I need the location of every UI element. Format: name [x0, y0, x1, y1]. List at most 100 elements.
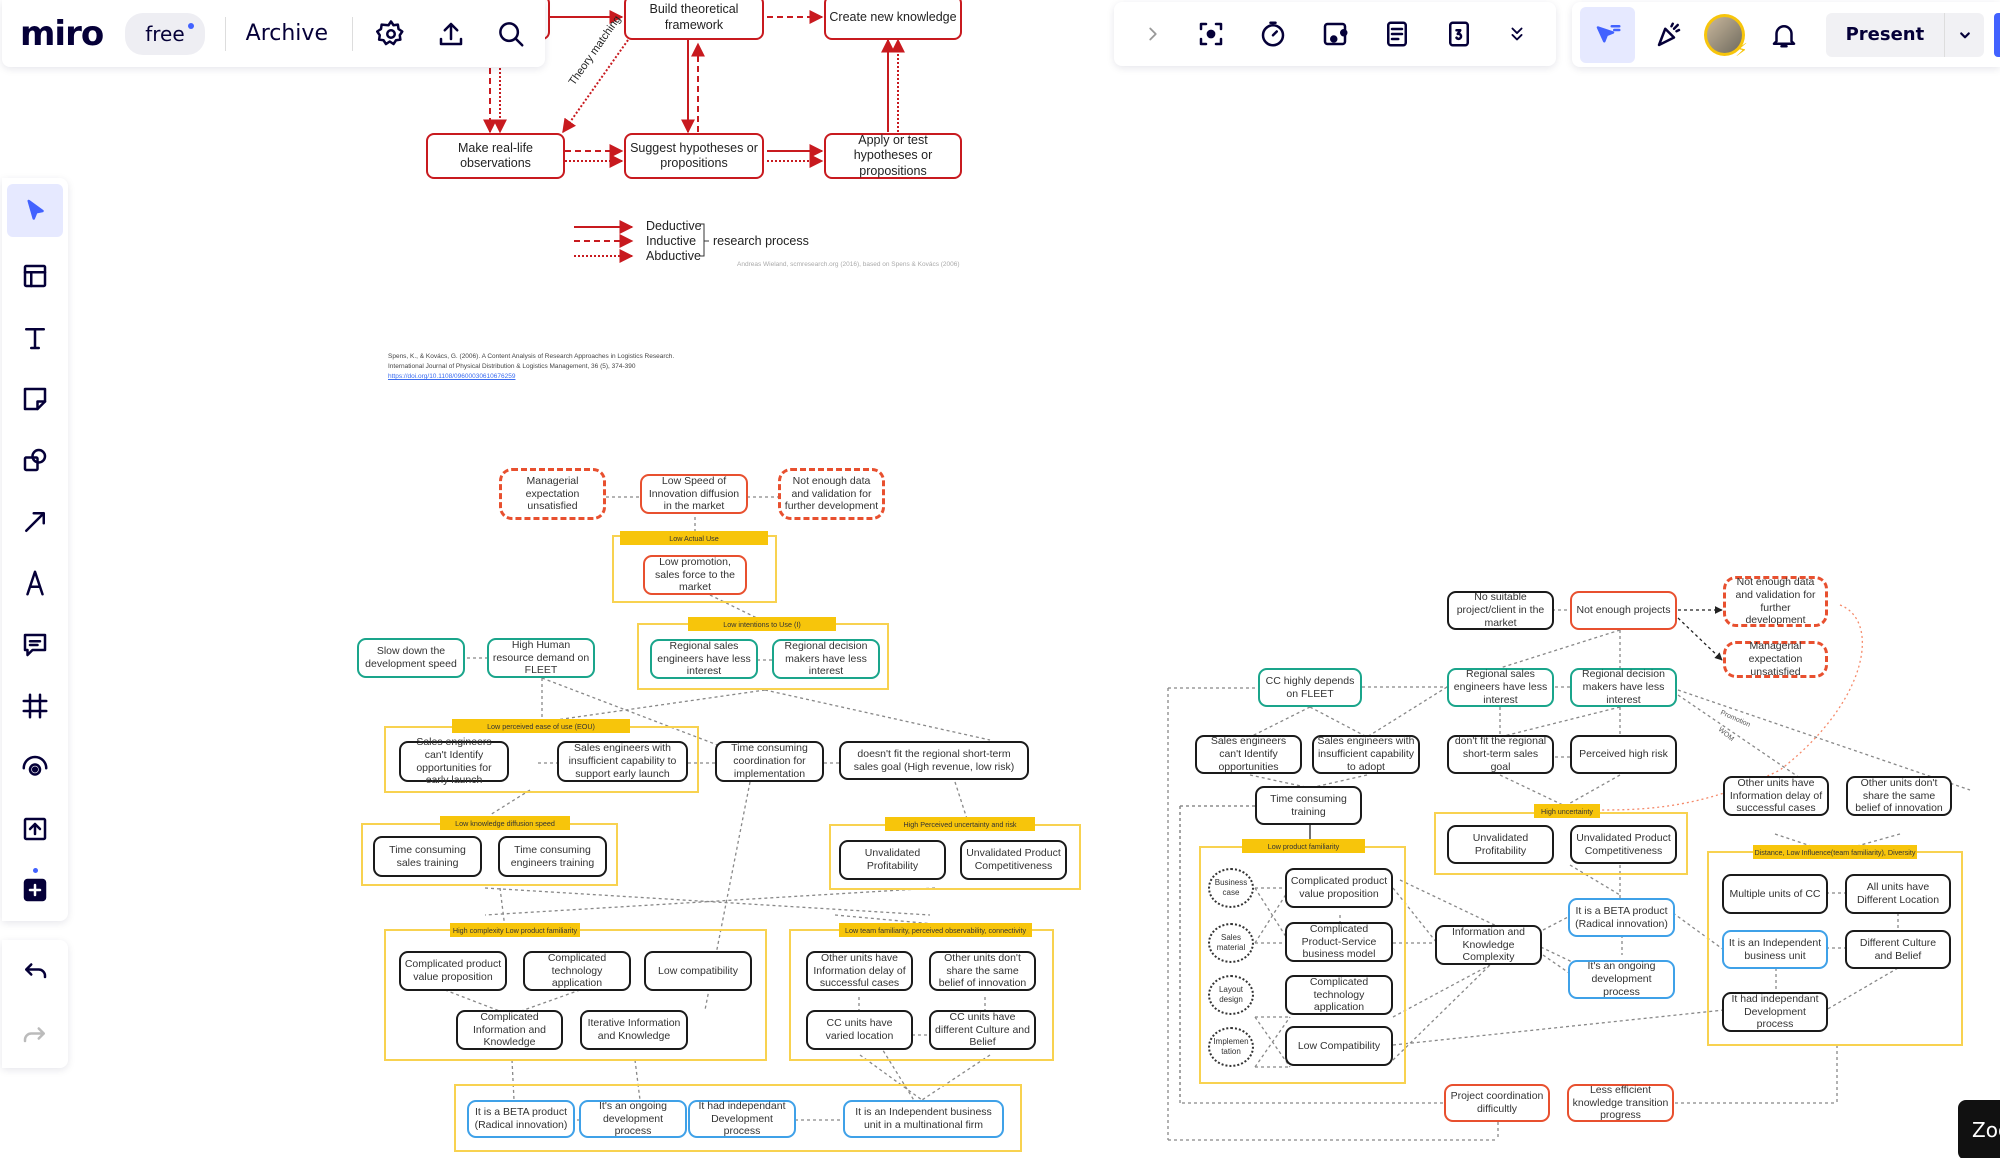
node-regional-sales-right[interactable]: Regional sales engineers have less inter… — [1447, 668, 1554, 707]
node-complicated-technology[interactable]: Complicated technology application — [523, 951, 631, 991]
templates-icon[interactable] — [20, 245, 50, 306]
node-perceived-high-risk[interactable]: Perceived high risk — [1570, 735, 1677, 774]
text-icon[interactable] — [20, 307, 50, 368]
eye-icon[interactable] — [20, 737, 50, 798]
node-multiple-units[interactable]: Multiple units of CC — [1722, 874, 1828, 914]
share-button-edge[interactable] — [1994, 12, 2000, 57]
node-iterative-information[interactable]: Iterative Information and Knowledge — [580, 1010, 688, 1050]
node-other-units-belief-right[interactable]: Other units don't share the same belief … — [1846, 776, 1952, 816]
node-different-culture[interactable]: Different Culture and Belief — [1845, 930, 1951, 969]
avatar[interactable]: ⚡ — [1703, 13, 1748, 61]
node-apply-hypotheses[interactable]: Apply or test hypotheses or propositions — [824, 133, 962, 179]
search-icon[interactable] — [493, 19, 529, 49]
node-high-hr-demand[interactable]: High Human resource demand on FLEET — [487, 638, 595, 678]
node-time-consuming-coordination[interactable]: Time consuming coordination for implemen… — [715, 741, 824, 782]
node-complicated-psbm[interactable]: Complicated Product-Service business mod… — [1285, 922, 1393, 962]
gear-icon[interactable] — [373, 19, 409, 49]
upload-icon[interactable] — [433, 19, 469, 49]
present-button[interactable]: Present — [1826, 12, 1946, 57]
node-regional-decision-right[interactable]: Regional decision makers have less inter… — [1570, 668, 1677, 707]
node-different-location[interactable]: All units have Different Location — [1845, 874, 1951, 914]
more-chevrons-icon[interactable] — [1506, 19, 1528, 49]
node-project-coordination[interactable]: Project coordination difficultly — [1444, 1084, 1550, 1122]
node-other-units-delay-right[interactable]: Other units have Information delay of su… — [1723, 776, 1829, 816]
voting-icon[interactable] — [1320, 19, 1350, 49]
node-complicated-information[interactable]: Complicated Information and Knowledge — [456, 1010, 563, 1050]
node-independent-unit-right[interactable]: It is an Independent business unit — [1722, 930, 1828, 969]
citation-doi-link[interactable]: https://doi.org/10.1108/0960003061067625… — [388, 373, 515, 380]
timer-icon[interactable] — [1258, 19, 1288, 49]
node-cc-different-culture[interactable]: CC units have different Culture and Beli… — [929, 1010, 1036, 1050]
node-cc-varied-location[interactable]: CC units have varied location — [806, 1010, 913, 1050]
node-tc-sales-training[interactable]: Time consuming sales training — [373, 836, 482, 877]
node-unvalidated-competitiveness[interactable]: Unvalidated Product Competitiveness — [960, 840, 1067, 880]
node-unvalidated-profitability[interactable]: Unvalidated Profitability — [839, 840, 946, 880]
redo-icon[interactable] — [20, 1021, 50, 1051]
node-complicated-tech-right[interactable]: Complicated technology application — [1285, 975, 1393, 1015]
node-se-insufficient-right[interactable]: Sales engineers with insufficient capabi… — [1312, 735, 1420, 774]
node-complicated-value-right[interactable]: Complicated product value proposition — [1285, 868, 1393, 908]
plus-icon[interactable] — [20, 860, 50, 921]
node-not-enough-data-right[interactable]: Not enough data and validation for furth… — [1723, 576, 1828, 627]
node-se-cant-identify-right[interactable]: Sales engineers can't Identify opportuni… — [1195, 735, 1302, 774]
notes-icon[interactable] — [1382, 19, 1412, 49]
miro-logo[interactable]: miro — [20, 14, 104, 54]
board-title[interactable]: Archive — [246, 21, 328, 46]
node-independent-development[interactable]: It had independant Development process — [688, 1100, 796, 1138]
node-independent-business-unit[interactable]: It is an Independent business unit in a … — [843, 1100, 1004, 1138]
node-se-insufficient[interactable]: Sales engineers with insufficient capabi… — [557, 741, 688, 782]
undo-icon[interactable] — [20, 957, 50, 987]
node-other-units-belief[interactable]: Other units don't share the same belief … — [929, 951, 1036, 991]
node-low-promotion[interactable]: Low promotion, sales force to the market — [643, 555, 747, 595]
bell-icon[interactable] — [1765, 20, 1804, 50]
node-implementation[interactable]: Implemen tation — [1208, 1027, 1254, 1067]
node-se-cant-identify[interactable]: Sales engineers can't Identify opportuni… — [399, 736, 509, 786]
node-tc-engineers-training[interactable]: Time consuming engineers training — [498, 836, 607, 877]
node-build-framework[interactable]: Build theoretical framework — [624, 0, 764, 40]
node-ongoing-right[interactable]: It's an ongoing development process — [1568, 960, 1675, 999]
upload-icon[interactable] — [20, 798, 50, 859]
chevron-down-icon[interactable] — [1945, 13, 1984, 57]
node-low-compatibility[interactable]: Low compatibility — [644, 951, 752, 991]
arrow-icon[interactable] — [20, 491, 50, 552]
celebrate-icon[interactable] — [1647, 20, 1690, 50]
node-regional-sales-engineers[interactable]: Regional sales engineers have less inter… — [650, 639, 758, 679]
node-beta-product[interactable]: It is a BETA product (Radical innovation… — [467, 1100, 575, 1138]
cards-icon[interactable] — [1444, 19, 1474, 49]
node-unvalidated-profit-right[interactable]: Unvalidated Profitability — [1447, 825, 1554, 864]
node-other-units-delay[interactable]: Other units have Information delay of su… — [806, 951, 913, 991]
node-sales-material[interactable]: Sales material — [1208, 923, 1254, 963]
node-dont-fit-right[interactable]: don't fit the regional short-term sales … — [1447, 735, 1554, 774]
node-not-enough-data[interactable]: Not enough data and validation for furth… — [778, 468, 885, 520]
plan-badge[interactable]: free — [125, 12, 205, 55]
zoom-tooltip[interactable]: Zoo — [1958, 1100, 2000, 1158]
node-independent-dev-right[interactable]: It had independant Development process — [1722, 992, 1828, 1032]
node-slow-down[interactable]: Slow down the development speed — [357, 638, 465, 678]
board-canvas[interactable]: Promotion WOM Theory matching ge Build t… — [0, 0, 2000, 1158]
node-managerial-right[interactable]: Managerial expectation unsatisfied — [1723, 640, 1828, 678]
node-regional-decision-makers[interactable]: Regional decision makers have less inter… — [772, 639, 880, 679]
node-ongoing-development[interactable]: It's an ongoing development process — [579, 1100, 687, 1138]
focus-frame-icon[interactable] — [1196, 19, 1226, 49]
node-low-compatibility-right[interactable]: Low Compatibility — [1285, 1026, 1393, 1066]
node-low-speed-innovation[interactable]: Low Speed of Innovation diffusion in the… — [640, 474, 748, 514]
chevron-right-icon[interactable] — [1142, 19, 1164, 49]
cursor-filter-icon[interactable] — [1580, 6, 1636, 63]
comment-icon[interactable] — [20, 614, 50, 675]
pen-icon[interactable] — [20, 553, 50, 614]
node-complicated-value[interactable]: Complicated product value proposition — [399, 951, 507, 991]
node-observations[interactable]: Make real-life observations — [426, 133, 565, 179]
node-cc-depends-fleet[interactable]: CC highly depends on FLEET — [1258, 668, 1362, 707]
node-unvalidated-comp-right[interactable]: Unvalidated Product Competitiveness — [1570, 825, 1677, 864]
cursor-icon[interactable] — [7, 184, 63, 238]
shapes-icon[interactable] — [20, 430, 50, 491]
node-doesnt-fit-sales-goal[interactable]: doesn't fit the regional short-term sale… — [839, 741, 1029, 780]
node-business-case[interactable]: Business case — [1208, 868, 1254, 908]
node-less-efficient-knowledge[interactable]: Less efficient knowledge transition prog… — [1567, 1084, 1674, 1122]
node-layout-design[interactable]: Layout design — [1208, 975, 1254, 1015]
node-managerial-expectation[interactable]: Managerial expectation unsatisfied — [499, 468, 606, 520]
node-create-knowledge[interactable]: Create new knowledge — [824, 0, 962, 40]
frame-icon[interactable] — [20, 675, 50, 736]
node-info-knowledge-complexity[interactable]: Information and Knowledge Complexity — [1435, 925, 1542, 965]
node-beta-right[interactable]: It is a BETA product (Radical innovation… — [1568, 898, 1675, 937]
